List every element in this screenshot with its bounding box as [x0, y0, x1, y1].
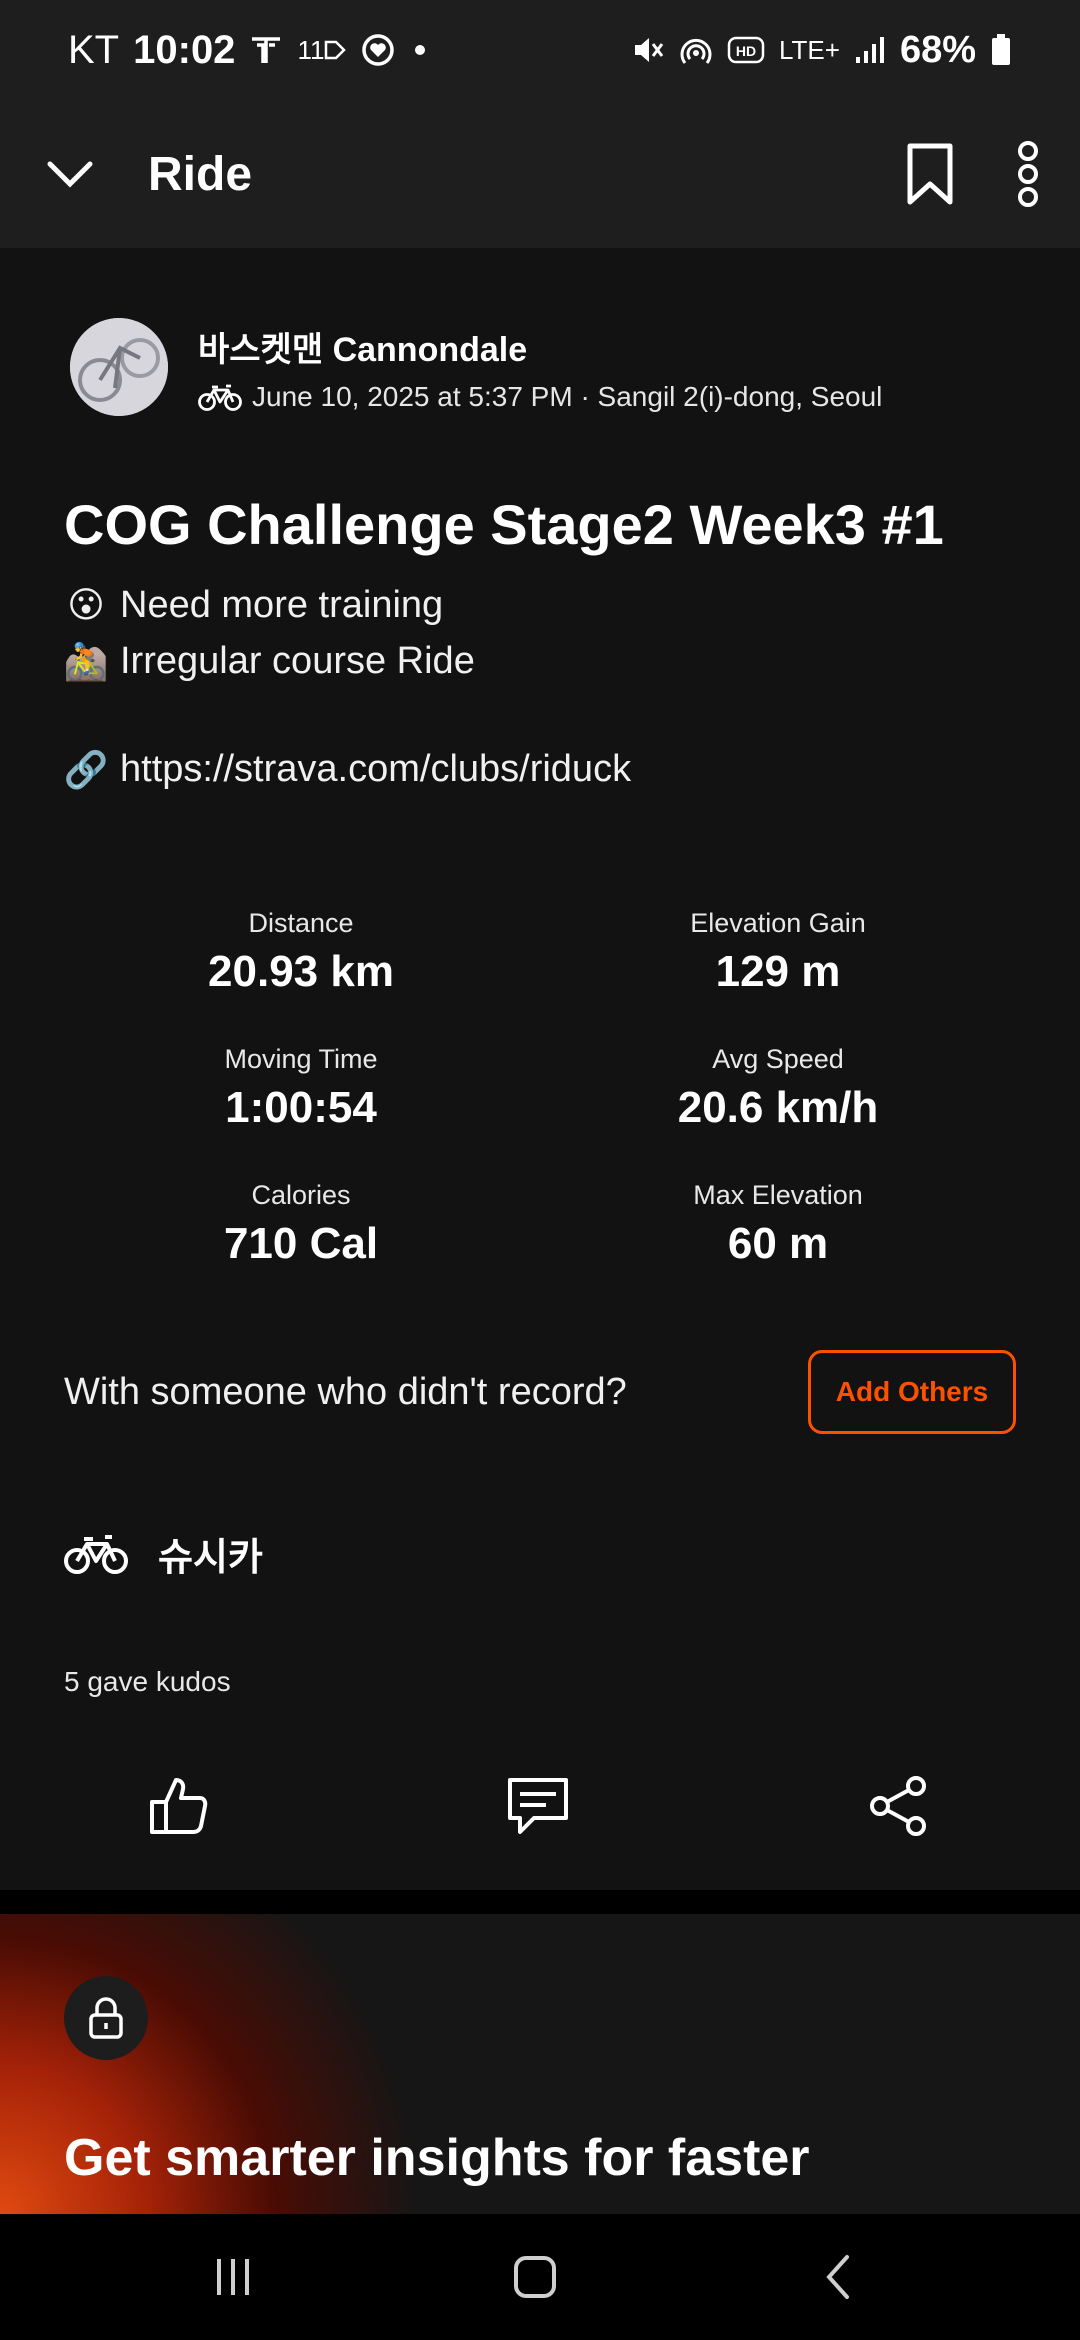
signal-icon	[854, 35, 886, 65]
comment-button[interactable]	[490, 1758, 586, 1854]
with-others-text: With someone who didn't record?	[64, 1370, 627, 1413]
comment-icon	[508, 1778, 568, 1834]
more-vertical-icon[interactable]	[1016, 141, 1040, 207]
author-info: 바스켓맨 Cannondale June 10, 2025 at 5:37 PM…	[198, 322, 882, 413]
gear-name: 슈시카	[158, 1537, 263, 1579]
recents-icon[interactable]	[188, 2234, 278, 2320]
activity-title: COG Challenge Stage2 Week3 #1	[64, 493, 944, 556]
stat-value: 129 m	[715, 947, 841, 996]
stat-value: 60 m	[727, 1219, 829, 1268]
bookmark-icon[interactable]	[904, 142, 956, 206]
author-meta: June 10, 2025 at 5:37 PM · Sangil 2(i)-d…	[198, 381, 882, 413]
subscription-promo[interactable]: Get smarter insights for faster	[0, 1914, 1080, 2214]
share-button[interactable]	[850, 1758, 946, 1854]
app-bar: Ride	[0, 100, 1080, 248]
carrier-label: KT	[68, 27, 120, 72]
description-line: 🔗 https://strava.com/clubs/riduck	[64, 748, 631, 791]
battery-icon	[990, 33, 1012, 67]
activity-date-location: June 10, 2025 at 5:37 PM · Sangil 2(i)-d…	[252, 380, 883, 412]
hd-label: HD	[736, 43, 756, 59]
lock-icon	[64, 1976, 148, 2060]
page-title: Ride	[148, 147, 253, 201]
app-actions	[904, 141, 1040, 207]
activity-content: 바스켓맨 Cannondale June 10, 2025 at 5:37 PM…	[0, 248, 1080, 1890]
eleven-label: 11	[297, 34, 325, 65]
stat-avg-speed: Avg Speed 20.6 km/h	[538, 1044, 1018, 1133]
stat-value: 20.93 km	[208, 947, 394, 996]
stat-label: Moving Time	[224, 1044, 378, 1074]
stat-label: Distance	[248, 908, 354, 938]
thumbs-up-icon	[150, 1778, 208, 1834]
back-icon[interactable]	[794, 2234, 884, 2320]
avatar[interactable]	[70, 318, 168, 416]
bike-icon	[198, 382, 242, 412]
kudos-count[interactable]: 5 gave kudos	[64, 1666, 231, 1698]
battery-percent: 68%	[899, 28, 976, 71]
stat-value: 710 Cal	[223, 1219, 379, 1268]
stat-label: Max Elevation	[693, 1180, 863, 1210]
t-icon	[249, 33, 283, 67]
stat-label: Elevation Gain	[690, 908, 866, 938]
stat-elevation-gain: Elevation Gain 129 m	[538, 908, 1018, 997]
bike-icon	[64, 1532, 128, 1576]
status-left: KT 10:02 11	[68, 28, 430, 73]
mountain-biker-icon: 🚵	[63, 641, 109, 683]
promo-title: Get smarter insights for faster	[64, 2129, 810, 2187]
author-header[interactable]: 바스켓맨 Cannondale June 10, 2025 at 5:37 PM…	[70, 318, 882, 416]
stat-moving-time: Moving Time 1:00:54	[61, 1044, 541, 1133]
description-line: 😮 Need more training	[64, 584, 443, 627]
chevron-down-icon[interactable]	[40, 144, 100, 204]
action-bar	[0, 1758, 1080, 1854]
stat-label: Avg Speed	[712, 1044, 844, 1074]
surprised-face-icon: 😮	[67, 585, 105, 626]
system-nav-bar	[0, 2214, 1080, 2340]
with-others-row: With someone who didn't record? Add Othe…	[64, 1350, 1016, 1434]
home-icon[interactable]	[490, 2234, 580, 2320]
11-arrow-icon: 11	[297, 34, 347, 66]
add-others-button[interactable]: Add Others	[808, 1350, 1016, 1434]
hd-icon: HD	[727, 35, 765, 65]
heart-sync-icon	[360, 32, 396, 68]
description-line: 🚵 Irregular course Ride	[64, 640, 475, 683]
gear-row[interactable]: 슈시카	[64, 1526, 263, 1581]
lte-plus-icon: LTE+	[779, 34, 840, 65]
stat-calories: Calories 710 Cal	[61, 1180, 541, 1269]
description-text: Need more training	[120, 584, 444, 626]
author-name[interactable]: 바스켓맨 Cannondale	[198, 322, 882, 371]
stat-label: Calories	[251, 1180, 351, 1210]
kudos-button[interactable]	[130, 1758, 226, 1854]
clock-time: 10:02	[133, 27, 236, 72]
hotspot-icon	[679, 33, 713, 67]
stat-max-elevation: Max Elevation 60 m	[538, 1180, 1018, 1269]
link-icon: 🔗	[63, 749, 109, 791]
status-right: HD LTE+ 68%	[631, 29, 1012, 72]
status-bar: KT 10:02 11 HD LTE+ 68%	[0, 0, 1080, 100]
mute-icon	[631, 33, 665, 67]
dot-icon	[410, 40, 430, 60]
stat-value: 20.6 km/h	[677, 1083, 879, 1132]
club-link[interactable]: https://strava.com/clubs/riduck	[120, 748, 631, 791]
stat-distance: Distance 20.93 km	[61, 908, 541, 997]
description-text: Irregular course Ride	[120, 640, 475, 682]
share-icon	[870, 1776, 926, 1836]
stat-value: 1:00:54	[225, 1083, 377, 1132]
section-divider	[0, 1890, 1080, 1914]
